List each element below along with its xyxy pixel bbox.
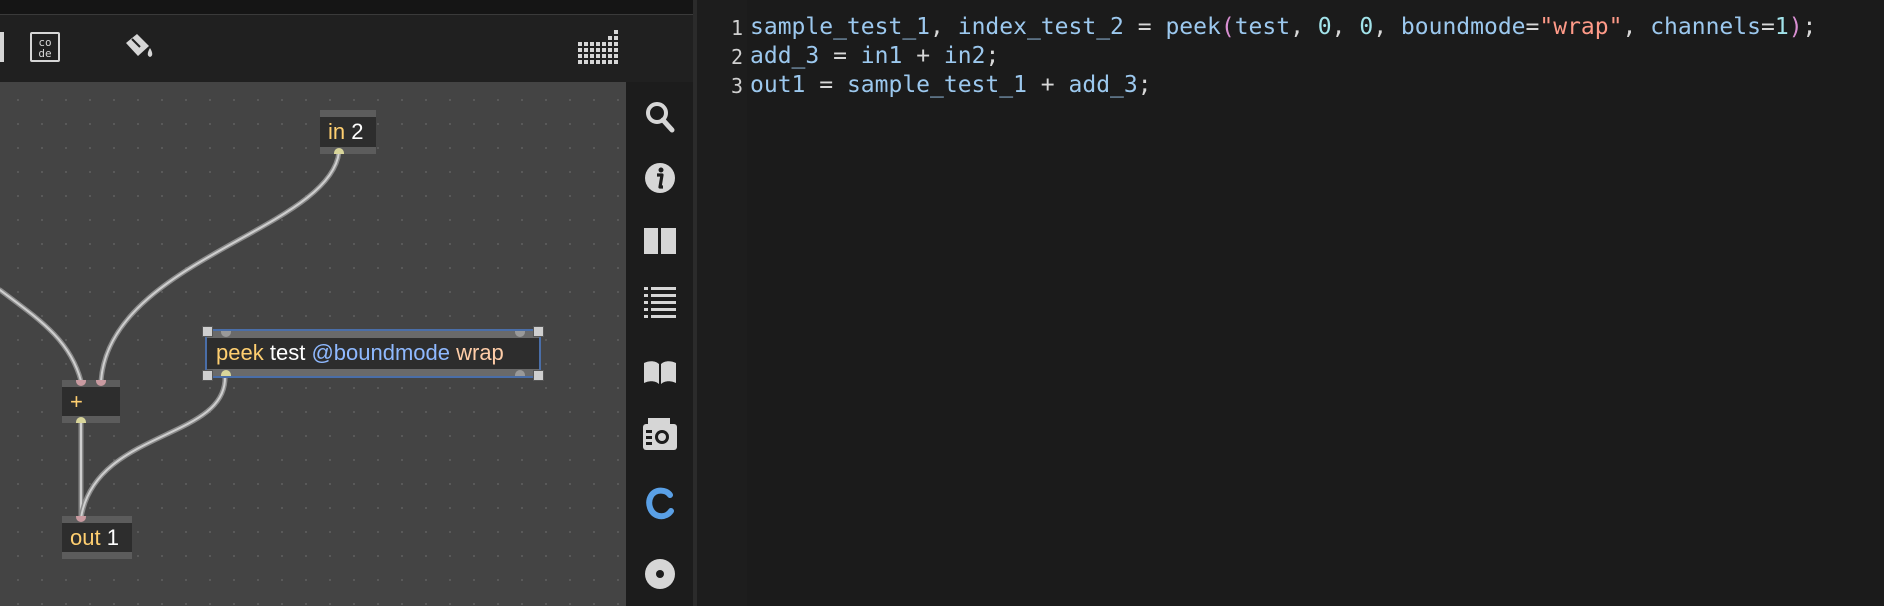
code-line-2[interactable]: add_3 = in1 + in2; <box>750 43 999 69</box>
token: "wrap" <box>1539 14 1623 40</box>
token: = <box>805 72 847 98</box>
token: , <box>930 14 958 40</box>
in-2-object[interactable]: in 2 <box>320 110 376 154</box>
object-keyword: in <box>328 119 346 144</box>
token: ( <box>1220 14 1235 40</box>
object-keyword: out <box>70 525 101 550</box>
peek-object[interactable]: peek test @boundmode wrap <box>205 329 541 378</box>
outlet[interactable] <box>76 417 86 423</box>
object-keyword: + <box>70 389 83 414</box>
token: add_3 <box>750 43 820 69</box>
token: out1 <box>750 72 806 98</box>
list-icon[interactable] <box>644 286 676 318</box>
token: add_3 <box>1068 72 1138 98</box>
token: in2 <box>943 43 986 69</box>
token: , <box>1331 14 1360 40</box>
token: = <box>819 43 861 69</box>
info-icon[interactable] <box>644 162 676 194</box>
search-icon[interactable] <box>644 100 676 134</box>
resize-handle-tl[interactable] <box>202 326 213 337</box>
outlet[interactable] <box>221 370 231 376</box>
outlet-right[interactable] <box>515 370 525 376</box>
token: peek <box>1165 14 1221 40</box>
token: ; <box>1137 72 1152 98</box>
token: in1 <box>860 43 903 69</box>
token: index_test_2 <box>957 14 1124 40</box>
object-argument: 2 <box>351 119 364 144</box>
token: = <box>1525 14 1540 40</box>
line-number: 2 <box>730 45 743 69</box>
token: = <box>1123 14 1166 40</box>
token: 0 <box>1359 14 1374 40</box>
token: , <box>1373 14 1401 40</box>
resize-handle-br[interactable] <box>533 370 544 381</box>
patcher-sidebar <box>626 82 697 606</box>
resize-handle-bl[interactable] <box>202 370 213 381</box>
split-view-icon[interactable] <box>644 228 676 254</box>
object-attribute-value: wrap <box>456 340 504 365</box>
object-argument: 1 <box>106 525 119 550</box>
token: ) <box>1788 14 1803 40</box>
object-keyword: peek <box>216 340 264 365</box>
reference-book-icon[interactable] <box>643 360 677 386</box>
code-line-1[interactable]: sample_test_1, index_test_2 = peek(test,… <box>750 14 1816 40</box>
token: boundmode <box>1400 14 1526 40</box>
object-argument: test <box>269 340 306 365</box>
object-attribute: @boundmode <box>311 340 450 365</box>
token: ; <box>985 43 1000 69</box>
resize-handle-tr[interactable] <box>533 326 544 337</box>
cord-left-to-plus <box>0 287 84 384</box>
token: + <box>1026 72 1069 98</box>
code-c-icon[interactable] <box>643 486 677 520</box>
line-number: 3 <box>730 74 743 98</box>
outlet[interactable] <box>334 148 344 154</box>
token: , <box>1622 14 1651 40</box>
line-number: 1 <box>730 16 743 40</box>
circle-dot-icon[interactable] <box>643 557 677 591</box>
token: = <box>1760 14 1775 40</box>
token: + <box>902 43 944 69</box>
token: , <box>1290 14 1318 40</box>
token: sample_test_1 <box>750 14 931 40</box>
cord-left-to-plus-core <box>0 289 82 382</box>
code-line-3[interactable]: out1 = sample_test_1 + add_3; <box>750 72 1152 98</box>
token: ; <box>1802 14 1817 40</box>
token: 1 <box>1774 14 1789 40</box>
plus-object[interactable]: + <box>62 380 120 423</box>
out-1-object[interactable]: out 1 <box>62 516 132 559</box>
token: channels <box>1650 14 1761 40</box>
token: test <box>1234 14 1291 40</box>
snapshot-camera-icon[interactable] <box>643 418 677 452</box>
token: sample_test_1 <box>846 72 1027 98</box>
token: 0 <box>1317 14 1332 40</box>
